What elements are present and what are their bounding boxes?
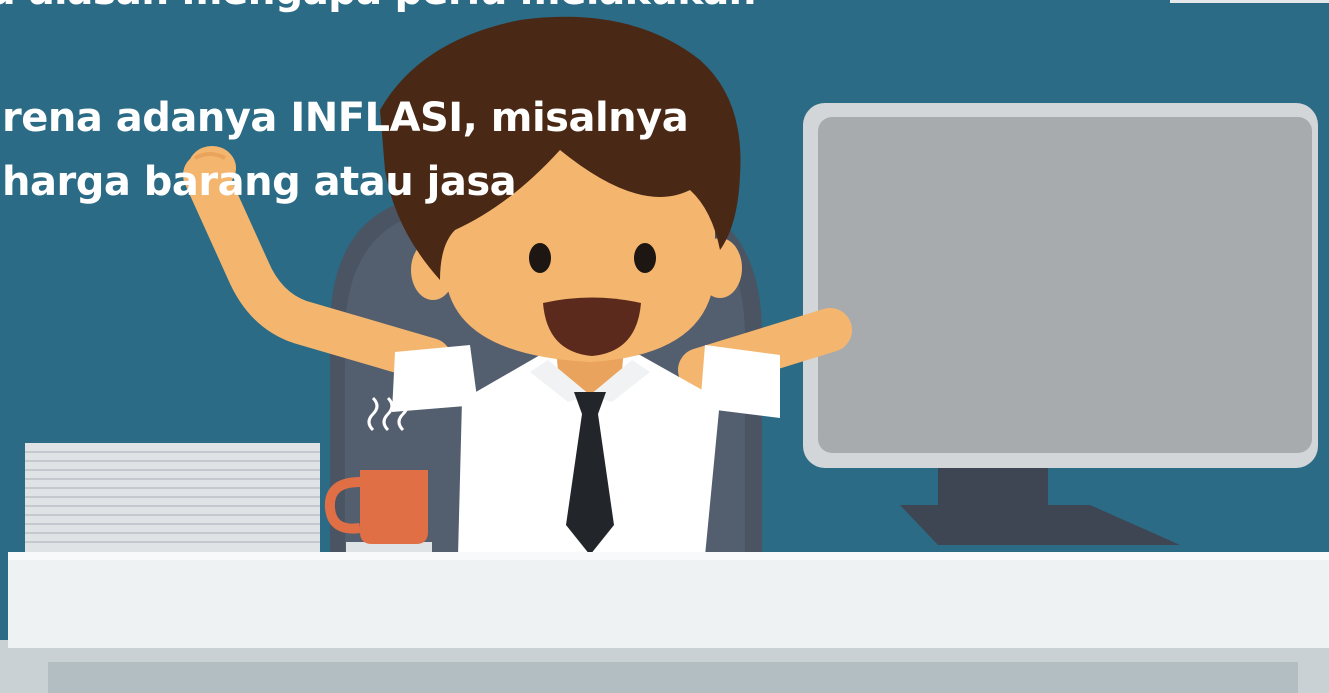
top-frame-edge xyxy=(1170,0,1329,3)
slide-heading: u alasan mengapa perlu melakukan xyxy=(0,0,756,16)
slide-body-line-2: harga barang atau jasa xyxy=(2,159,517,205)
slide-body-line-1: rena adanya INFLASI, misalnya xyxy=(2,95,689,141)
desk xyxy=(0,552,1329,693)
paper-stack xyxy=(25,443,320,555)
